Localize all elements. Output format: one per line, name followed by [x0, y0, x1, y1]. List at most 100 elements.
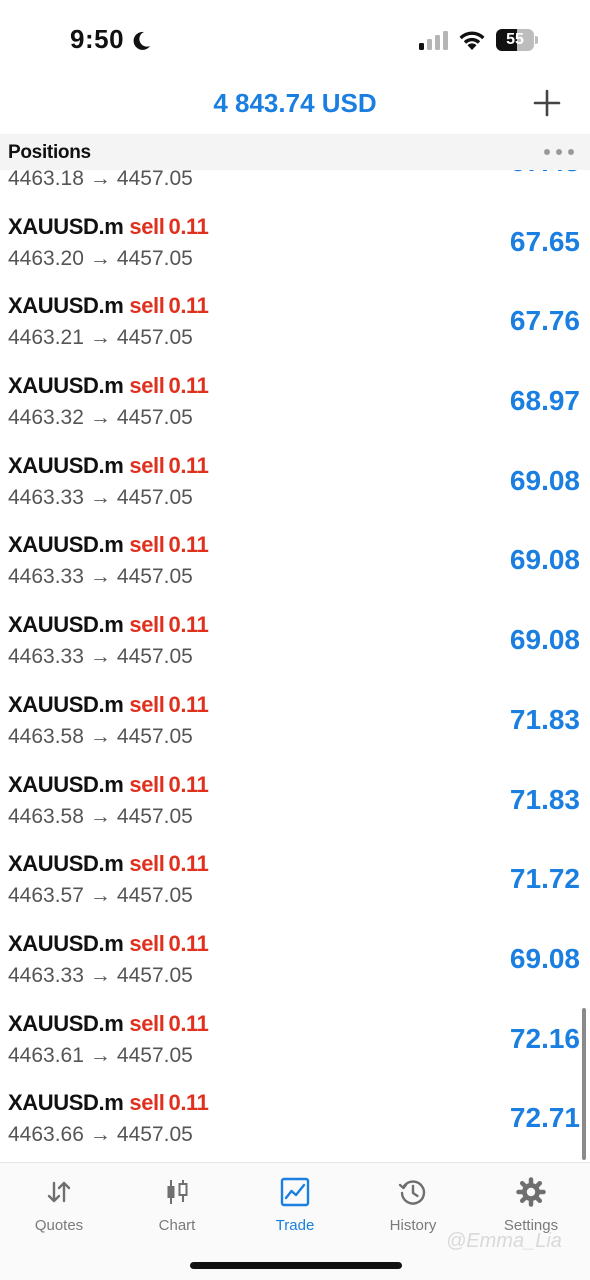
position-title: XAUUSD.m sell 0.11: [8, 851, 209, 877]
position-prices: 4463.57 → 4457.05: [8, 884, 193, 908]
position-symbol: XAUUSD.m: [8, 532, 124, 558]
position-row[interactable]: XAUUSD.m sell 0.11 4463.58 → 4457.05 71.83: [0, 678, 590, 758]
position-profit: 69.08: [509, 544, 580, 576]
position-title: XAUUSD.m sell 0.11: [8, 373, 209, 399]
position-symbol: XAUUSD.m: [8, 612, 124, 638]
position-volume: 0.11: [168, 373, 209, 399]
position-row[interactable]: XAUUSD.m sell 0.11 4463.57 → 4457.05 71.72: [0, 837, 590, 917]
current-price: 4457.05: [116, 1043, 193, 1067]
position-prices: 4463.33 → 4457.05: [8, 565, 193, 589]
position-row[interactable]: XAUUSD.m sell 0.11 4463.21 → 4457.05 67.76: [0, 279, 590, 359]
position-row[interactable]: XAUUSD.m sell 0.11 4463.20 → 4457.05 67.65: [0, 200, 590, 280]
tab-label: Trade: [275, 1217, 315, 1234]
quotes-arrows-icon: [47, 1181, 71, 1203]
position-side: sell: [129, 1090, 165, 1116]
position-prices: 4463.18 → 4457.05: [8, 170, 193, 191]
position-symbol: XAUUSD.m: [8, 373, 124, 399]
battery-level: 55: [506, 31, 524, 48]
position-side: sell: [129, 930, 165, 956]
position-symbol: XAUUSD.m: [8, 293, 124, 319]
home-indicator[interactable]: [190, 1262, 402, 1269]
arrow-right-icon: →: [89, 963, 111, 987]
position-profit: 72.16: [509, 1022, 580, 1054]
gear-icon: [516, 1177, 546, 1207]
position-row[interactable]: XAUUSD.m sell 0.11 4463.58 → 4457.05 71.83: [0, 758, 590, 838]
position-prices: 4463.58 → 4457.05: [8, 725, 193, 749]
arrow-right-icon: →: [89, 1123, 111, 1147]
arrow-right-icon: →: [89, 1043, 111, 1067]
positions-list[interactable]: XAUUSD.msell0.114463.18→4457.0567.43 XAUU…: [0, 170, 590, 1162]
position-profit: 69.08: [509, 624, 580, 656]
position-title: XAUUSD.m sell 0.11: [8, 453, 209, 479]
position-prices: 4463.33 → 4457.05: [8, 964, 193, 988]
open-price: 4463.66: [8, 1123, 84, 1147]
position-title: XAUUSD.m sell 0.11: [8, 214, 209, 240]
current-price: 4457.05: [116, 406, 193, 430]
position-volume: 0.11: [168, 691, 209, 717]
position-row[interactable]: XAUUSD.m sell 0.11 4463.61 → 4457.05 72.16: [0, 997, 590, 1077]
position-symbol: XAUUSD.m: [8, 930, 124, 956]
current-price: 4457.05: [116, 246, 193, 270]
position-row[interactable]: XAUUSD.m sell 0.11 4463.33 → 4457.05 69.08: [0, 598, 590, 678]
position-volume: 0.11: [168, 1010, 209, 1036]
position-side: sell: [129, 452, 165, 478]
arrow-right-icon: →: [89, 170, 111, 190]
open-price: 4463.33: [8, 565, 84, 589]
moon-icon: [133, 31, 150, 50]
position-side: sell: [129, 293, 165, 319]
position-symbol: XAUUSD.m: [8, 691, 124, 717]
status-bar: 9:50 55: [0, 0, 590, 80]
position-prices: 4463.21 → 4457.05: [8, 326, 193, 350]
position-symbol: XAUUSD.m: [8, 213, 124, 239]
positions-section-header: Positions: [0, 134, 590, 170]
position-volume: 0.11: [168, 213, 209, 239]
arrow-right-icon: →: [89, 645, 111, 669]
plus-icon[interactable]: [532, 88, 562, 118]
section-title: Positions: [8, 142, 91, 163]
current-price: 4457.05: [116, 1123, 193, 1147]
open-price: 4463.21: [8, 326, 84, 350]
current-price: 4457.05: [116, 326, 193, 350]
arrow-right-icon: →: [89, 246, 111, 270]
position-prices: 4463.61 → 4457.05: [8, 1044, 193, 1068]
position-volume: 0.11: [168, 851, 209, 877]
history-clock-icon: [398, 1180, 426, 1205]
tab-trade[interactable]: Trade: [236, 1173, 354, 1243]
wifi-icon: [459, 31, 485, 50]
tab-chart[interactable]: Chart: [118, 1173, 236, 1243]
position-side: sell: [129, 213, 165, 239]
position-side: sell: [129, 612, 165, 638]
position-profit: 67.65: [509, 225, 580, 257]
scrollbar[interactable]: [582, 1008, 586, 1160]
tab-quotes[interactable]: Quotes: [0, 1173, 118, 1243]
position-profit: 69.08: [509, 464, 580, 496]
position-prices: 4463.32 → 4457.05: [8, 406, 193, 430]
tab-label: Chart: [158, 1217, 196, 1234]
position-row[interactable]: XAUUSD.m sell 0.11 4463.33 → 4457.05 69.08: [0, 439, 590, 519]
battery-icon: 55: [496, 29, 540, 51]
current-price: 4457.05: [116, 804, 193, 828]
position-volume: 0.11: [168, 612, 209, 638]
position-row[interactable]: XAUUSD.m sell 0.11 4463.33 → 4457.05 69.08: [0, 917, 590, 997]
position-profit: 71.72: [509, 863, 580, 895]
current-price: 4457.05: [116, 645, 193, 669]
position-row[interactable]: XAUUSD.m sell 0.11 4463.33 → 4457.05 69.08: [0, 518, 590, 598]
watermark: @Emma_Lia: [446, 1230, 562, 1252]
open-price: 4463.33: [8, 963, 84, 987]
position-row[interactable]: XAUUSD.m sell 0.11 4463.32 → 4457.05 68.97: [0, 359, 590, 439]
current-price: 4457.05: [116, 724, 193, 748]
position-side: sell: [129, 532, 165, 558]
position-row[interactable]: XAUUSD.msell0.114463.18→4457.0567.43: [0, 170, 590, 200]
position-row[interactable]: XAUUSD.m sell 0.11 4463.66 → 4457.05 72.71: [0, 1076, 590, 1156]
position-title: XAUUSD.m sell 0.11: [8, 1011, 209, 1037]
ellipsis-icon[interactable]: [543, 148, 575, 156]
current-price: 4457.05: [116, 485, 193, 509]
position-volume: 0.11: [168, 452, 209, 478]
position-symbol: XAUUSD.m: [8, 1010, 124, 1036]
position-volume: 0.11: [168, 771, 209, 797]
position-symbol: XAUUSD.m: [8, 851, 124, 877]
arrow-right-icon: →: [89, 565, 111, 589]
position-volume: 0.11: [168, 293, 209, 319]
current-price: 4457.05: [116, 565, 193, 589]
position-volume: 0.11: [168, 532, 209, 558]
